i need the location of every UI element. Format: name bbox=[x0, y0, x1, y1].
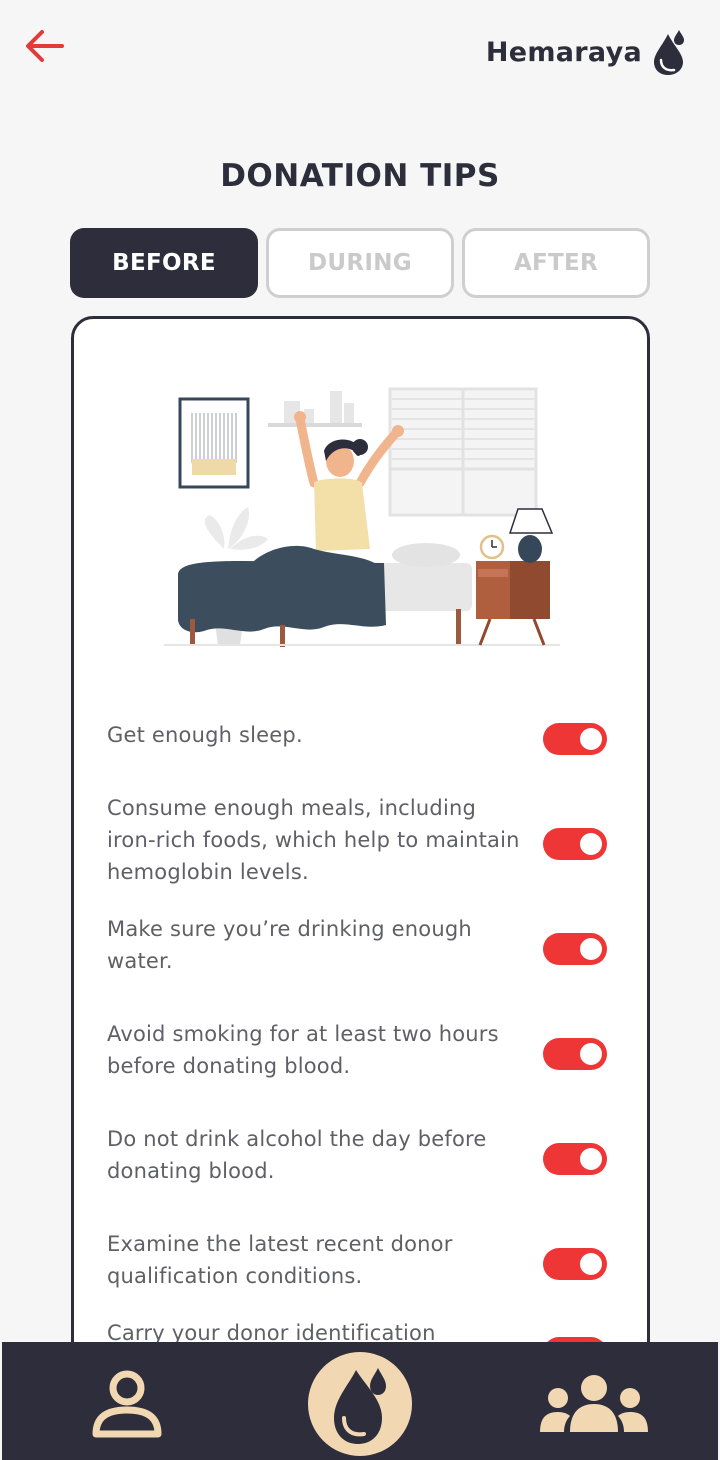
tip-toggle[interactable] bbox=[543, 1248, 607, 1280]
tip-toggle[interactable] bbox=[543, 1038, 607, 1070]
back-button[interactable] bbox=[22, 26, 68, 66]
tip-item: Do not drink alcohol the day before dona… bbox=[107, 1123, 607, 1213]
top-bar: Hemaraya bbox=[0, 0, 720, 110]
tip-item: Consume enough meals, including iron-ric… bbox=[107, 792, 607, 884]
tab-after[interactable]: AFTER bbox=[462, 228, 650, 298]
nav-community[interactable] bbox=[538, 1374, 650, 1434]
toggle-knob bbox=[580, 1253, 602, 1275]
tip-item: Avoid smoking for at least two hours bef… bbox=[107, 1018, 607, 1108]
community-icon bbox=[540, 1375, 648, 1432]
tip-text: Consume enough meals, including iron-ric… bbox=[107, 796, 520, 884]
tab-bar: BEFORE DURING AFTER bbox=[70, 228, 650, 298]
tip-text: Get enough sleep. bbox=[107, 723, 303, 747]
tip-text: Make sure you’re drinking enough water. bbox=[107, 917, 472, 973]
tab-during[interactable]: DURING bbox=[266, 228, 454, 298]
tip-toggle[interactable] bbox=[543, 723, 607, 755]
toggle-knob bbox=[580, 728, 602, 750]
brand: Hemaraya bbox=[486, 28, 686, 76]
page-title: DONATION TIPS bbox=[220, 158, 500, 194]
bottom-nav bbox=[2, 1342, 718, 1460]
tip-text: Examine the latest recent donor qualific… bbox=[107, 1232, 453, 1288]
tip-text: Avoid smoking for at least two hours bef… bbox=[107, 1022, 499, 1078]
tip-toggle[interactable] bbox=[543, 828, 607, 860]
profile-icon bbox=[92, 1370, 162, 1438]
blood-drop-icon bbox=[334, 1368, 386, 1444]
tip-text: Do not drink alcohol the day before dona… bbox=[107, 1127, 487, 1183]
tip-item: Make sure you’re drinking enough water. bbox=[107, 913, 607, 1003]
waking-up-illustration bbox=[164, 387, 560, 647]
toggle-knob bbox=[580, 833, 602, 855]
toggle-knob bbox=[580, 938, 602, 960]
tip-toggle[interactable] bbox=[543, 933, 607, 965]
tip-toggle[interactable] bbox=[543, 1143, 607, 1175]
app-name: Hemaraya bbox=[485, 36, 642, 68]
tab-before[interactable]: BEFORE bbox=[70, 228, 258, 298]
arrow-left-icon bbox=[26, 30, 64, 62]
toggle-knob bbox=[580, 1148, 602, 1170]
blood-drop-logo-icon bbox=[654, 30, 684, 75]
tip-item: Examine the latest recent donor qualific… bbox=[107, 1228, 607, 1318]
toggle-knob bbox=[580, 1043, 602, 1065]
nav-donate[interactable] bbox=[308, 1352, 412, 1456]
tips-card: Get enough sleep. Consume enough meals, … bbox=[71, 316, 650, 1460]
nav-profile[interactable] bbox=[88, 1370, 166, 1442]
